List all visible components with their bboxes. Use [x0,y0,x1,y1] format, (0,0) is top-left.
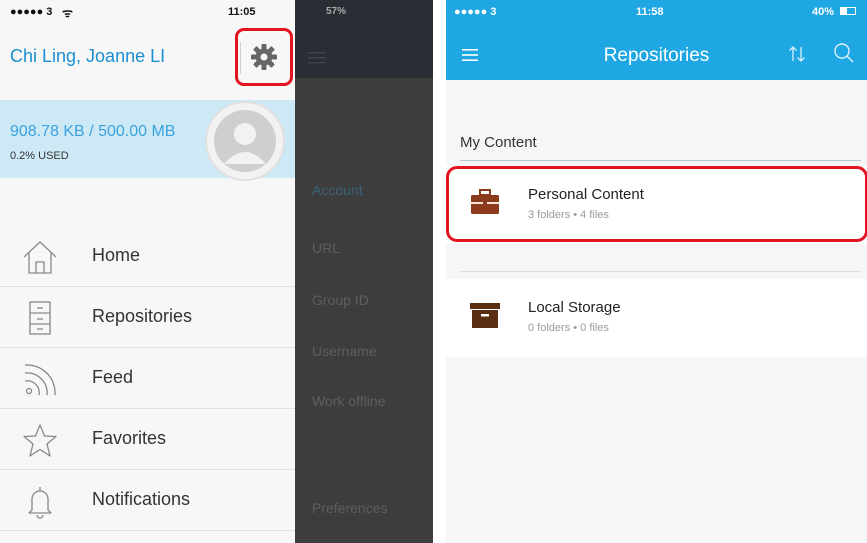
row-separator [460,271,861,272]
personal-content-highlight-box [446,166,867,242]
nav-item-feed[interactable]: Feed [0,348,295,409]
settings-preferences-item[interactable]: Preferences [312,500,387,516]
nav-label-notifications: Notifications [92,489,191,509]
rss-feed-icon [24,364,56,396]
nav-label-feed: Feed [92,367,134,387]
status-signal: ●●●●● 3 [10,6,53,18]
status-time: 11:05 [228,6,256,18]
repository-name: Local Storage [528,299,621,316]
nav-divider [0,530,295,531]
nav-item-repositories[interactable]: Repositories [0,287,295,348]
settings-panel [295,0,433,543]
nav-item-home[interactable]: Home [0,226,295,287]
battery-icon [840,7,856,15]
settings-work-offline-item[interactable]: Work offline [312,393,385,409]
settings-username-item[interactable]: Username [312,343,377,359]
nav-item-favorites[interactable]: Favorites [0,409,295,470]
section-heading: My Content [460,134,537,151]
nav-label-repositories: Repositories [92,306,193,326]
user-name[interactable]: Chi Ling, Joanne LI [10,46,165,67]
storage-amount: 908.78 KB / 500.00 MB [10,123,176,140]
nav-label-favorites: Favorites [92,428,167,448]
repository-row-local-storage[interactable]: Local Storage 0 folders • 0 files [446,279,867,357]
status-signal-right: ●●●●● 3 [454,6,497,18]
settings-url-item[interactable]: URL [312,240,340,256]
storage-percent: 0.2% USED [10,150,69,162]
search-icon[interactable] [833,42,855,64]
settings-account-label: Account [312,182,363,198]
battery-percent: 40% [812,6,835,18]
settings-battery-status: 57% [326,6,347,17]
person-icon [224,123,266,164]
archive-box-icon [470,303,500,328]
nav-label-home: Home [92,245,141,265]
bell-icon [28,487,52,519]
nav-item-notifications[interactable]: Notifications [0,470,295,531]
cabinet-icon [29,301,51,335]
wifi-icon: ᯤ [62,6,73,20]
settings-hamburger-icon[interactable] [308,52,326,64]
settings-header [295,0,433,78]
home-icon [23,241,57,274]
avatar[interactable] [214,110,276,172]
settings-highlight-box [235,28,293,86]
star-icon [23,424,57,457]
status-time-right: 11:58 [636,6,664,18]
repository-meta: 0 folders • 0 files [528,322,609,334]
section-underline [460,160,861,161]
settings-group-id-item[interactable]: Group ID [312,292,369,308]
sort-icon[interactable] [787,44,807,64]
